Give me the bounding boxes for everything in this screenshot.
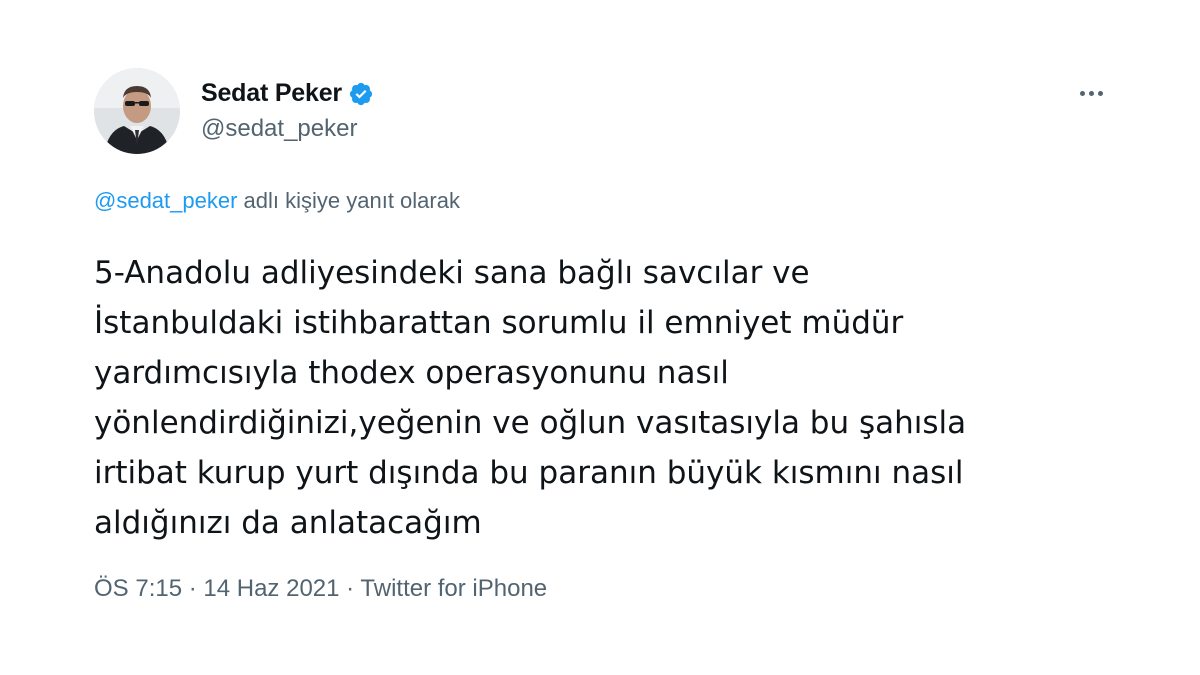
- author-handle[interactable]: @sedat_peker: [201, 115, 357, 143]
- dot: [1079, 90, 1085, 96]
- reply-context: @sedat_peker adlı kişiye yanıt olarak: [94, 188, 460, 214]
- display-name[interactable]: Sedat Peker: [201, 79, 342, 108]
- avatar[interactable]: [94, 68, 180, 154]
- tweet-date[interactable]: 14 Haz 2021: [203, 575, 339, 602]
- meta-separator: ·: [339, 575, 361, 602]
- tweet-source[interactable]: Twitter for iPhone: [360, 575, 547, 602]
- dot: [1088, 90, 1094, 96]
- dot: [1097, 90, 1103, 96]
- tweet-text: 5-Anadolu adliyesindeki sana bağlı savcı…: [94, 255, 967, 541]
- tweet-time[interactable]: ÖS 7:15: [94, 575, 182, 602]
- user-avatar-icon: [94, 68, 180, 154]
- tweet-meta: ÖS 7:15 · 14 Haz 2021 · Twitter for iPho…: [94, 575, 547, 603]
- author-row: Sedat Peker: [201, 79, 374, 108]
- verified-badge-icon: [348, 81, 374, 107]
- meta-separator: ·: [182, 575, 204, 602]
- tweet-card: Sedat Peker @sedat_peker @sedat_peker ad…: [0, 0, 1200, 675]
- reply-suffix: adlı kişiye yanıt olarak: [237, 188, 460, 213]
- reply-mention-link[interactable]: @sedat_peker: [94, 188, 237, 213]
- more-options-icon[interactable]: [1070, 78, 1112, 108]
